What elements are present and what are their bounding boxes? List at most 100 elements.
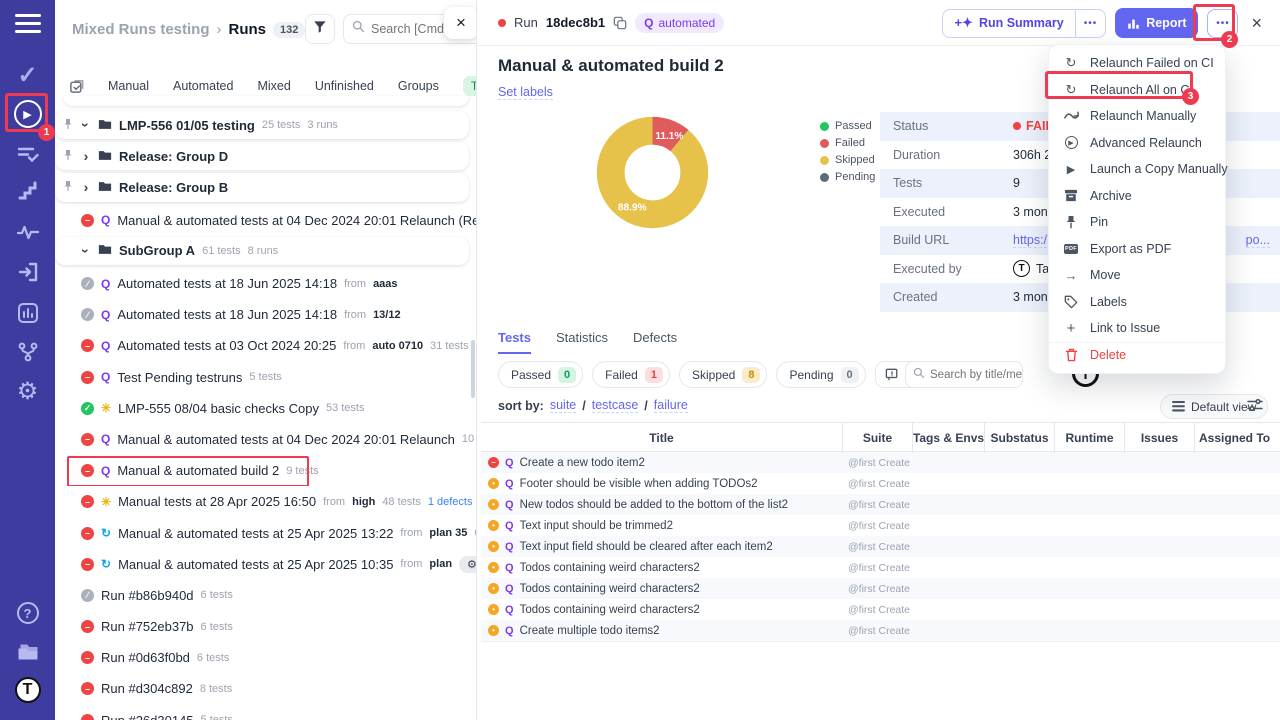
test-title[interactable]: Footer should be visible when adding TOD… [520, 478, 758, 490]
logo-avatar[interactable]: T [0, 676, 55, 704]
run-list-item[interactable]: › Run #d304c892 8 tests [55, 673, 476, 704]
run-list-item[interactable]: › Automated tests at 18 Jun 2025 14:18 f… [55, 268, 476, 299]
report-button[interactable]: Report [1115, 8, 1199, 38]
test-title[interactable]: Todos containing weird characters2 [520, 562, 700, 574]
copy-icon[interactable] [613, 16, 627, 30]
tab-unfinished[interactable]: Unfinished [315, 79, 374, 93]
sign-in-icon[interactable] [0, 258, 55, 286]
run-list-item[interactable]: › Manual & automated tests at 25 Apr 202… [55, 517, 476, 548]
run-list-item[interactable]: › Automated tests at 03 Oct 2024 20:25 f… [55, 330, 476, 361]
run-list-item[interactable]: › LMP-556 01/05 testing 25 tests 3 runs [55, 111, 469, 140]
test-row[interactable]: Q Footer should be visible when adding T… [481, 473, 1280, 494]
bar-chart-icon[interactable] [0, 299, 55, 327]
filter-button[interactable] [305, 14, 335, 44]
branch-icon[interactable] [0, 338, 55, 366]
test-title[interactable]: New todos should be added to the bottom … [520, 499, 789, 511]
chevron-icon[interactable]: › [78, 246, 94, 256]
menu-item-advanced-relaunch[interactable]: ▶ Advanced Relaunch [1049, 130, 1225, 157]
test-row[interactable]: Q Todos containing weird characters2 @fi… [481, 599, 1280, 620]
tests-search[interactable] [905, 361, 1023, 388]
chevron-icon[interactable]: › [81, 148, 91, 164]
tab-statistics[interactable]: Statistics [556, 330, 608, 354]
scrollbar-thumb[interactable] [471, 340, 475, 398]
test-row[interactable]: Q Text input field should be cleared aft… [481, 536, 1280, 557]
col-issues[interactable]: Issues [1125, 423, 1195, 453]
menu-item-launch-copy[interactable]: ▶ Launch a Copy Manually [1049, 156, 1228, 183]
sort-testcase-link[interactable]: testcase [591, 398, 639, 413]
menu-icon[interactable] [0, 10, 55, 36]
play-circle-icon[interactable]: ▶ [0, 99, 55, 129]
run-list-item[interactable]: › Manual & automated tests at 25 Apr 202… [55, 549, 476, 580]
test-row[interactable]: Q Todos containing weird characters2 @fi… [481, 578, 1280, 599]
test-row[interactable]: Q Create multiple todo items2 @first Cre… [481, 620, 1280, 641]
set-labels-link[interactable]: Set labels [498, 85, 553, 100]
col-substatus[interactable]: Substatus [985, 423, 1055, 453]
menu-item-relaunch-failed[interactable]: ↻ Relaunch Failed on CI [1049, 50, 1225, 77]
sort-failure-link[interactable]: failure [653, 398, 688, 413]
col-tags-envs[interactable]: Tags & Envs [913, 423, 985, 453]
run-list-item[interactable]: › Run #0d63f0bd 6 tests [55, 642, 476, 673]
run-list-item[interactable]: › Release: Group B [55, 173, 469, 202]
test-row[interactable]: Q Create a new todo item2 @first Create … [481, 452, 1280, 473]
build-url-link-end[interactable]: po... [1245, 233, 1270, 248]
tab-automated[interactable]: Automated [173, 79, 233, 93]
tab-today-pill[interactable]: To [462, 76, 476, 96]
filter-passed[interactable]: Passed 0 [498, 361, 584, 388]
run-list-item[interactable]: › Manual & automated tests at 04 Dec 202… [55, 424, 476, 455]
menu-item-export-pdf[interactable]: PDF Export as PDF [1049, 236, 1225, 263]
test-title[interactable]: Todos containing weird characters2 [520, 604, 700, 616]
menu-item-link-to-issue[interactable]: + Link to Issue [1049, 315, 1225, 342]
run-summary-button[interactable]: +✦ Run Summary [943, 15, 1074, 31]
menu-item-delete[interactable]: Delete [1049, 341, 1225, 369]
tab-groups[interactable]: Groups [398, 79, 439, 93]
run-list-item[interactable]: › Test Pending testruns 5 tests [55, 362, 476, 393]
folders-icon[interactable] [0, 638, 55, 666]
list-check-icon[interactable] [0, 142, 55, 168]
test-row[interactable]: Q Todos containing weird characters2 @fi… [481, 557, 1280, 578]
tab-defects[interactable]: Defects [633, 330, 677, 354]
tab-tests[interactable]: Tests [498, 330, 531, 354]
menu-item-pin[interactable]: Pin [1049, 209, 1225, 236]
help-icon[interactable]: ? [0, 600, 55, 626]
breadcrumb-project[interactable]: Mixed Runs testing [72, 21, 210, 38]
col-runtime[interactable]: Runtime [1055, 423, 1125, 453]
sort-suite-link[interactable]: suite [549, 398, 577, 413]
test-title[interactable]: Create a new todo item2 [520, 457, 645, 469]
chevron-icon[interactable]: › [81, 179, 91, 195]
run-list-item[interactable]: › SubGroup A 61 tests 8 runs [55, 236, 469, 265]
test-title[interactable]: Text input field should be cleared after… [520, 541, 773, 553]
tests-search-input[interactable] [930, 368, 1022, 381]
menu-item-archive[interactable]: Archive [1049, 183, 1225, 210]
run-more-button[interactable]: ••• [1207, 8, 1239, 38]
defects-link[interactable]: 1 defects [428, 496, 473, 508]
run-list-item[interactable]: › Manual & automated tests at 04 Dec 202… [55, 205, 476, 236]
select-all-icon[interactable] [69, 79, 84, 94]
runs-panel-close-button[interactable]: × [444, 7, 476, 39]
check-icon[interactable]: ✓ [0, 62, 55, 89]
run-summary-more-button[interactable]: ••• [1074, 9, 1106, 37]
run-detail-close-icon[interactable]: × [1251, 13, 1262, 34]
run-list-item[interactable]: › Manual & automated build 2 9 tests [55, 455, 476, 487]
col-suite[interactable]: Suite [843, 423, 913, 453]
run-list-item[interactable]: › Release: Group D [55, 142, 469, 171]
menu-item-relaunch-manually[interactable]: Relaunch Manually [1049, 103, 1225, 130]
test-row[interactable]: Q New todos should be added to the botto… [481, 494, 1280, 515]
run-list-item[interactable]: › Run #752eb37b 6 tests [55, 611, 476, 642]
build-url-link[interactable]: https:/ [1013, 233, 1048, 248]
tab-manual[interactable]: Manual [108, 79, 149, 93]
menu-item-move[interactable]: → Move [1049, 262, 1225, 289]
filter-failed[interactable]: Failed 1 [592, 361, 670, 388]
column-settings-icon[interactable] [1247, 398, 1263, 417]
test-title[interactable]: Todos containing weird characters2 [520, 583, 700, 595]
col-assigned-to[interactable]: Assigned To [1195, 423, 1280, 453]
breadcrumb-section[interactable]: Runs [229, 21, 267, 38]
run-list-item[interactable]: › Manual tests at 28 Apr 2025 16:50 from… [55, 486, 476, 517]
steps-icon[interactable] [0, 178, 55, 204]
filter-skipped[interactable]: Skipped 8 [678, 361, 768, 388]
test-row[interactable]: Q Text input should be trimmed2 @first C… [481, 515, 1280, 536]
col-title[interactable]: Title [481, 423, 843, 453]
gear-icon[interactable]: ⚙ [0, 376, 55, 406]
filter-pending[interactable]: Pending 0 [776, 361, 866, 388]
pulse-icon[interactable] [0, 219, 55, 245]
test-title[interactable]: Create multiple todo items2 [520, 625, 660, 637]
